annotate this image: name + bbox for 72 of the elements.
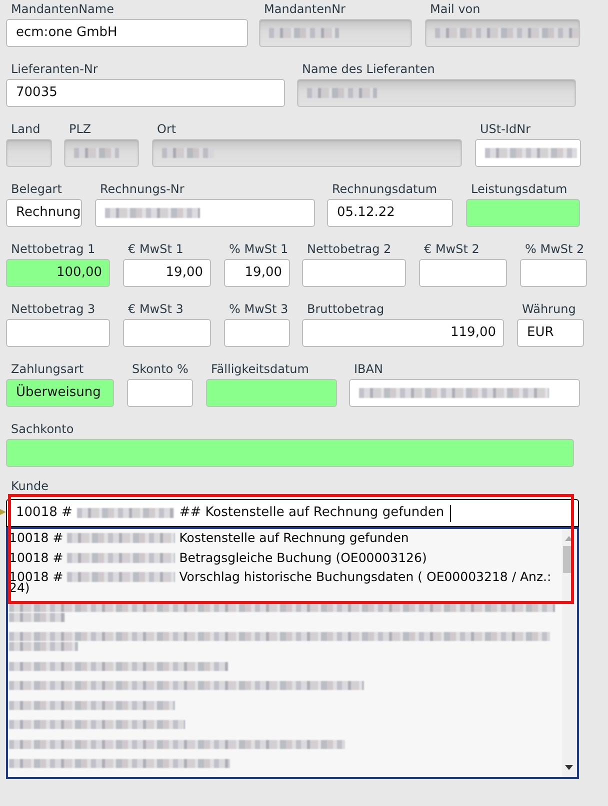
field-label: Nettobetrag 2 (306, 241, 392, 258)
blurred-text-block (269, 28, 339, 38)
field-label: Kunde (11, 480, 48, 493)
combobox-field[interactable]: 10018 # ## Kostenstelle auf Rechnung gefunden (6, 499, 579, 527)
field-label: Lieferanten-Nr (10, 61, 99, 78)
text-field[interactable]: Überweisung (6, 379, 114, 407)
text-cursor (450, 504, 452, 522)
field-label: Rechnungsdatum (331, 181, 438, 198)
field-label: USt-IdNr (479, 121, 532, 138)
scrollbar[interactable] (562, 529, 577, 777)
blurred-text-block (162, 148, 214, 158)
field-label: Zahlungsart (10, 361, 85, 378)
field-label: MandantenName (10, 1, 115, 18)
field-label: Rechnungs-Nr (99, 181, 186, 198)
text-field[interactable] (349, 379, 580, 407)
text-field[interactable]: 05.12.22 (327, 199, 453, 227)
field-label: Währung (521, 301, 577, 318)
text-field[interactable] (520, 259, 587, 287)
text-field[interactable]: 70035 (6, 79, 285, 107)
text-field[interactable] (297, 79, 576, 107)
field-label: Nettobetrag 1 (10, 241, 96, 258)
text-field[interactable] (64, 139, 139, 167)
text-field[interactable] (302, 259, 406, 287)
dropdown-option[interactable]: 10018 # Vorschlag historische Buchungsdaten ( OE00003218 / Anz.: 24) (8, 568, 562, 598)
text-field[interactable] (466, 199, 580, 227)
field-label: Bruttobetrag (306, 301, 386, 318)
field-label: Mail von (429, 1, 482, 18)
field-label: Land (10, 121, 42, 138)
field-label: € MwSt 1 (127, 241, 184, 258)
field-label: % MwSt 1 (228, 241, 290, 258)
marker-icon (0, 509, 6, 515)
field-label: MandantenNr (263, 1, 346, 18)
field-label: PLZ (68, 121, 92, 138)
dropdown-option[interactable]: 10018 # Kostenstelle auf Rechnung gefunden (8, 529, 562, 548)
field-label: € MwSt 2 (423, 241, 480, 258)
scroll-down-arrow-icon[interactable] (565, 765, 573, 770)
text-field[interactable] (206, 379, 337, 407)
field-label: % MwSt 2 (524, 241, 586, 258)
text-field[interactable] (127, 379, 193, 407)
field-label: Fälligkeitsdatum (210, 361, 310, 378)
text-field[interactable] (95, 199, 315, 227)
dropdown-option[interactable]: 10018 # Betragsgleiche Buchung (OE00003126) (8, 548, 562, 568)
text-field[interactable] (123, 319, 211, 347)
text-field[interactable]: 100,00 (6, 259, 110, 287)
field-label: Sachkonto (10, 421, 75, 438)
text-field[interactable] (259, 19, 412, 47)
text-field[interactable]: 19,00 (224, 259, 290, 287)
field-label: Nettobetrag 3 (10, 301, 96, 318)
text-field[interactable] (6, 139, 52, 167)
text-field[interactable] (224, 319, 290, 347)
text-field[interactable] (6, 319, 110, 347)
blurred-text-block (307, 88, 377, 98)
text-field[interactable]: ecm:one GmbH (6, 19, 248, 47)
field-label: IBAN (353, 361, 384, 378)
text-field[interactable] (425, 19, 580, 47)
field-label: € MwSt 3 (127, 301, 184, 318)
field-label: Ort (156, 121, 178, 138)
text-field[interactable] (475, 139, 581, 167)
field-label: Leistungsdatum (470, 181, 568, 198)
text-field[interactable]: 19,00 (123, 259, 211, 287)
text-field[interactable] (152, 139, 462, 167)
text-field[interactable]: EUR (517, 319, 584, 347)
text-field[interactable]: Rechnung (6, 199, 82, 227)
text-field[interactable] (6, 439, 574, 467)
blurred-text-block (74, 148, 119, 158)
field-label: % MwSt 3 (228, 301, 290, 318)
scroll-up-arrow-icon[interactable] (565, 536, 573, 541)
field-label: Belegart (10, 181, 63, 198)
field-label: Name des Lieferanten (301, 61, 436, 78)
field-label: Skonto % (131, 361, 190, 378)
text-field[interactable]: 119,00 (302, 319, 504, 347)
text-field[interactable] (419, 259, 507, 287)
